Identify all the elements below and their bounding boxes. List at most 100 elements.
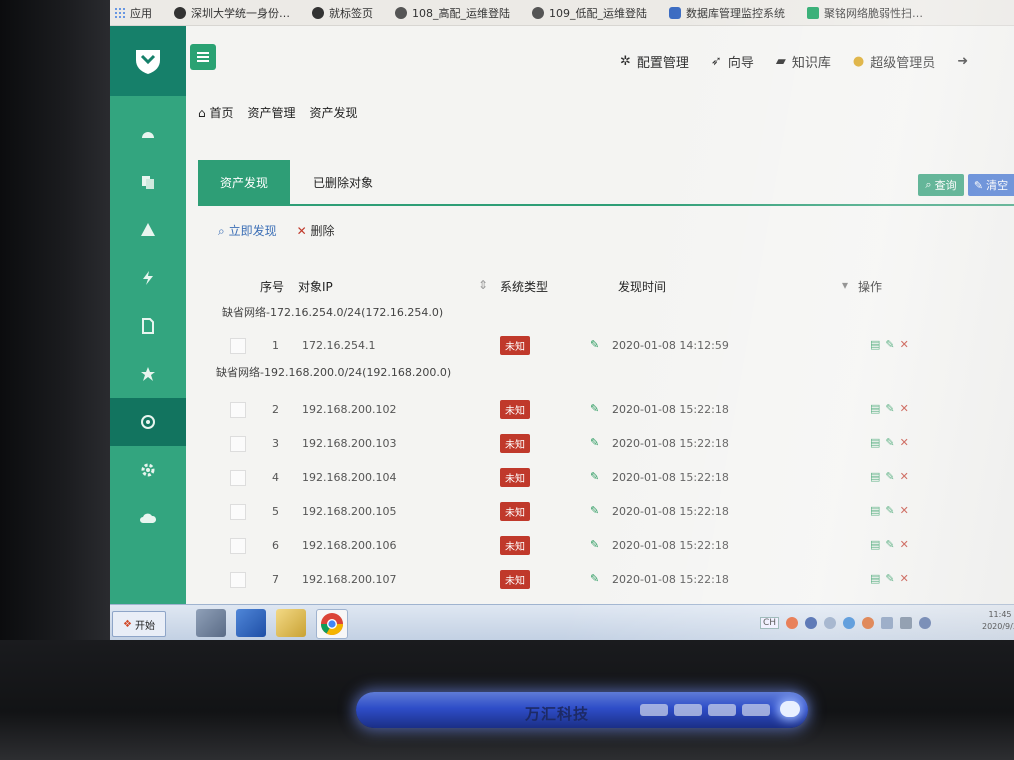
sidebar-item-dashboard[interactable] — [110, 110, 186, 158]
detail-icon[interactable]: ▤ — [870, 402, 880, 415]
header-ip[interactable]: 对象IP — [298, 278, 333, 295]
table-row[interactable]: 6 192.168.200.106 未知 ✎ 2020-01-08 15:22:18 ▤ ✎… — [230, 530, 1014, 562]
header-system-type[interactable]: 系统类型 — [500, 278, 548, 295]
monitor-icon[interactable] — [900, 617, 913, 629]
bookmark-bar: 应用 深圳大学统一身份… 就标签页 108_高配_运维登陆 109_低配_运维登… — [110, 0, 1014, 26]
row-checkbox[interactable] — [230, 402, 246, 418]
delete-icon[interactable]: ✕ — [900, 470, 909, 483]
delete-icon[interactable]: ✕ — [900, 538, 909, 551]
nav-logout[interactable]: ➜ — [957, 52, 968, 71]
breadcrumb-asset-mgmt[interactable]: 资产管理 — [247, 104, 295, 121]
row-checkbox[interactable] — [230, 504, 246, 520]
table-row[interactable]: 4 192.168.200.104 未知 ✎ 2020-01-08 15:22:18 ▤ ✎… — [230, 462, 1014, 494]
row-ip: 192.168.200.104 — [302, 471, 397, 484]
query-button[interactable]: ⌕ 查询 — [918, 174, 964, 196]
table-row[interactable]: 2 192.168.200.102 未知 ✎ 2020-01-08 15:22:18 ▤ ✎… — [230, 394, 1014, 426]
edit-icon[interactable]: ✎ — [885, 338, 894, 351]
sidebar-item-cloud[interactable] — [110, 494, 186, 542]
bookmark-item[interactable]: 就标签页 — [312, 5, 373, 21]
detail-icon[interactable]: ▤ — [870, 572, 880, 585]
sidebar-item-assets[interactable] — [110, 398, 186, 446]
pencil-icon[interactable]: ✎ — [590, 470, 599, 483]
pencil-icon[interactable]: ✎ — [590, 538, 599, 551]
flag-icon[interactable] — [881, 617, 894, 629]
edit-icon[interactable]: ✎ — [885, 538, 894, 551]
breadcrumb-home[interactable]: ⌂ 首页 — [198, 104, 233, 121]
detail-icon[interactable]: ▤ — [870, 470, 880, 483]
table-row[interactable]: 3 192.168.200.103 未知 ✎ 2020-01-08 15:22:18 ▤ ✎… — [230, 428, 1014, 460]
language-indicator[interactable]: CH — [760, 617, 780, 629]
edit-icon[interactable]: ✎ — [885, 572, 894, 585]
sidebar-item-favorites[interactable] — [110, 350, 186, 398]
keyboard-icon[interactable] — [824, 617, 837, 629]
folder-icon[interactable] — [276, 609, 306, 637]
powershell-icon[interactable] — [236, 609, 266, 637]
edit-icon[interactable]: ✎ — [885, 504, 894, 517]
edit-icon[interactable]: ✎ — [885, 402, 894, 415]
pencil-icon[interactable]: ✎ — [590, 402, 599, 415]
menu-toggle-button[interactable] — [190, 44, 216, 70]
clear-button[interactable]: ✎ 清空 — [968, 174, 1014, 196]
delete-icon[interactable]: ✕ — [900, 504, 909, 517]
delete-icon[interactable]: ✕ — [900, 436, 909, 449]
table-row[interactable]: 7 192.168.200.107 未知 ✎ 2020-01-08 15:22:18 ▤ ✎… — [230, 564, 1014, 596]
nav-guide[interactable]: ➶ 向导 — [711, 52, 754, 71]
row-checkbox[interactable] — [230, 572, 246, 588]
help-icon[interactable] — [805, 617, 818, 629]
tab-bar: 资产发现 已删除对象 — [198, 160, 1014, 206]
nav-config[interactable]: ✲ 配置管理 — [620, 52, 689, 71]
security-icon[interactable] — [786, 617, 799, 629]
row-checkbox[interactable] — [230, 538, 246, 554]
header-seq[interactable]: 序号 — [260, 278, 284, 295]
sidebar-item-documents[interactable] — [110, 158, 186, 206]
bookmark-apps[interactable]: 应用 — [114, 5, 152, 21]
bookmark-item[interactable]: 108_高配_运维登陆 — [395, 5, 510, 21]
nav-knowledge[interactable]: ▰ 知识库 — [776, 52, 831, 71]
tab-asset-discovery[interactable]: 资产发现 — [198, 160, 290, 204]
pencil-icon[interactable]: ✎ — [590, 436, 599, 449]
header-discovery-time[interactable]: 发现时间 — [618, 278, 666, 295]
group-row[interactable]: 缺省网络-172.16.254.0/24(172.16.254.0) — [222, 304, 443, 330]
table-row[interactable]: 5 192.168.200.105 未知 ✎ 2020-01-08 15:22:18 ▤ ✎… — [230, 496, 1014, 528]
group-row[interactable]: 缺省网络-192.168.200.0/24(192.168.200.0) — [216, 364, 451, 390]
delete-button[interactable]: ✕ 删除 — [297, 222, 335, 239]
pencil-icon[interactable]: ✎ — [590, 572, 599, 585]
row-checkbox[interactable] — [230, 338, 246, 354]
detail-icon[interactable]: ▤ — [870, 436, 880, 449]
sidebar-item-events[interactable] — [110, 254, 186, 302]
delete-icon[interactable]: ✕ — [900, 572, 909, 585]
chrome-taskbar-button[interactable] — [316, 609, 348, 639]
detail-icon[interactable]: ▤ — [870, 338, 880, 351]
detail-icon[interactable]: ▤ — [870, 538, 880, 551]
pencil-icon[interactable]: ✎ — [590, 504, 599, 517]
edit-icon[interactable]: ✎ — [885, 470, 894, 483]
sidebar-item-settings[interactable] — [110, 446, 186, 494]
sort-icon[interactable]: ⇕ — [478, 278, 488, 292]
nav-user[interactable]: ● 超级管理员 — [853, 52, 935, 71]
detail-icon[interactable]: ▤ — [870, 504, 880, 517]
network-icon[interactable] — [843, 617, 856, 629]
start-button[interactable]: ❖ 开始 — [112, 611, 166, 637]
delete-icon[interactable]: ✕ — [900, 338, 909, 351]
record-icon[interactable] — [862, 617, 875, 629]
row-checkbox[interactable] — [230, 436, 246, 452]
sidebar-item-reports[interactable] — [110, 302, 186, 350]
edit-icon[interactable]: ✎ — [885, 436, 894, 449]
sort-desc-icon[interactable]: ▾ — [842, 278, 848, 292]
tab-deleted-objects[interactable]: 已删除对象 — [290, 160, 396, 204]
row-checkbox[interactable] — [230, 470, 246, 486]
bookmark-item[interactable]: 数据库管理监控系统 — [669, 5, 785, 21]
monitor-key — [674, 704, 702, 716]
volume-icon[interactable] — [919, 617, 932, 629]
delete-icon[interactable]: ✕ — [900, 402, 909, 415]
bookmark-item[interactable]: 109_低配_运维登陆 — [532, 5, 647, 21]
bookmark-item[interactable]: 聚铭网络脆弱性扫… — [807, 5, 923, 21]
row-time: 2020-01-08 15:22:18 — [612, 403, 729, 416]
clock[interactable]: 11:45 2020/9/3 — [982, 609, 1014, 633]
table-row[interactable]: 1 172.16.254.1 未知 ✎ 2020-01-08 14:12:59 ▤ ✎ ✕ — [230, 330, 1014, 362]
sidebar-item-alerts[interactable] — [110, 206, 186, 254]
bookmark-item[interactable]: 深圳大学统一身份… — [174, 5, 290, 21]
discover-now-button[interactable]: ⌕ 立即发现 — [218, 222, 277, 239]
server-manager-icon[interactable] — [196, 609, 226, 637]
pencil-icon[interactable]: ✎ — [590, 338, 599, 351]
